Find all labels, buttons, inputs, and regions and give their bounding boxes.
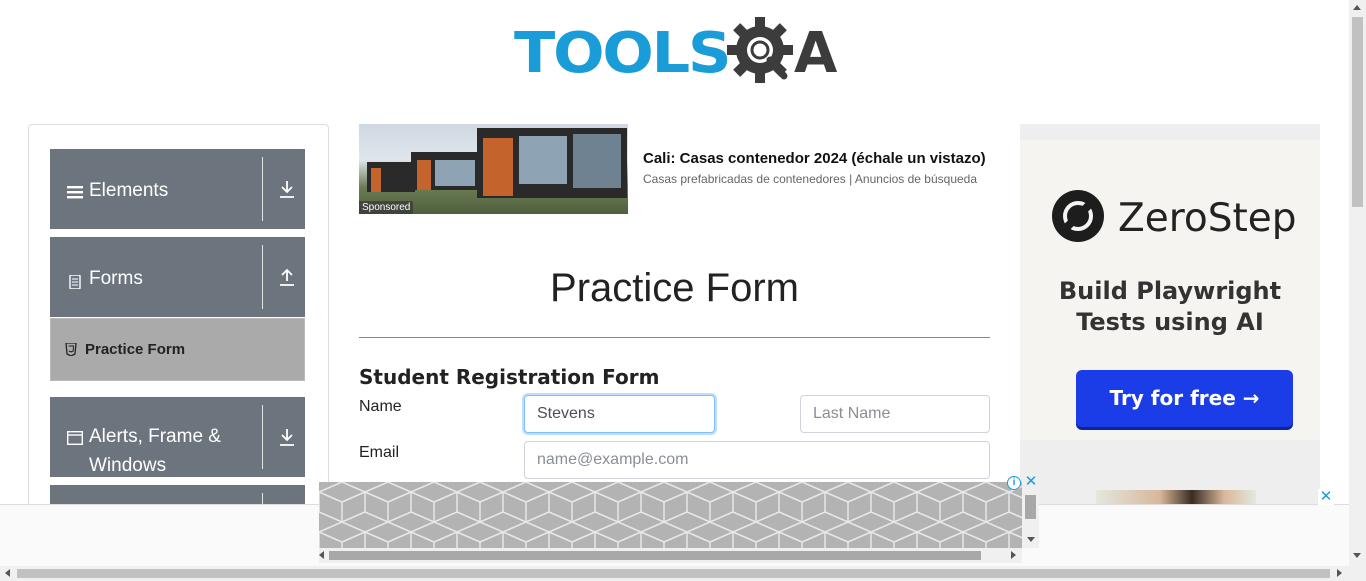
ad-image (1096, 490, 1256, 504)
bottom-ad-banner[interactable] (319, 482, 1022, 548)
scrollbar-thumb[interactable] (1025, 495, 1036, 519)
ad-info-icon[interactable]: i (1007, 476, 1021, 490)
sidebar-item-practice-form[interactable]: Practice Form (50, 318, 305, 381)
sidebar-group-label: Alerts, Frame & (89, 426, 221, 447)
scrollbar-thumb[interactable] (1352, 17, 1363, 207)
form-heading: Student Registration Form (359, 365, 660, 389)
scroll-right-icon[interactable] (1337, 569, 1342, 577)
name-label: Name (359, 398, 402, 415)
download-arrow-icon[interactable] (278, 179, 296, 199)
logo-text-a: A (794, 21, 838, 86)
ad-tagline: Build Playwright Tests using AI (1020, 276, 1320, 338)
scroll-down-icon[interactable] (1353, 553, 1361, 558)
page-title: Practice Form (550, 266, 799, 310)
cube-pattern (319, 482, 1022, 548)
download-arrow-icon[interactable] (278, 427, 296, 447)
divider (359, 337, 990, 338)
sidebar-group-label-line2: Windows (89, 455, 167, 476)
first-name-input[interactable] (524, 395, 715, 433)
scroll-right-icon[interactable] (1011, 551, 1016, 559)
html5-icon (65, 343, 77, 356)
logo-text: TOOLS (514, 21, 732, 86)
sponsored-ad-title[interactable]: Cali: Casas contenedor 2024 (échale un v… (643, 150, 986, 167)
divider (262, 157, 263, 221)
zerostep-logo-icon (1052, 190, 1104, 242)
close-icon[interactable]: ✕ (1318, 489, 1334, 505)
scrollbar-thumb[interactable] (17, 569, 1330, 578)
ad-brand: ZeroStep (1118, 196, 1297, 241)
email-label: Email (359, 444, 400, 461)
divider (262, 405, 263, 469)
page-vertical-scrollbar[interactable] (1349, 0, 1366, 566)
scroll-up-icon[interactable] (1353, 5, 1361, 10)
toolsqa-logo[interactable]: TOOLS A (514, 16, 839, 92)
sidebar: Elements Forms Practice Form Alerts, Fra… (28, 124, 329, 525)
hamburger-icon (67, 186, 83, 199)
ad-tagline-line1: Build Playwright (1058, 277, 1282, 305)
ad-vertical-scrollbar[interactable] (1022, 490, 1039, 548)
sponsored-badge: Sponsored (359, 201, 414, 214)
try-for-free-button[interactable]: Try for free → (1076, 370, 1293, 427)
sidebar-group-alerts[interactable]: Alerts, Frame & Windows (50, 397, 305, 477)
last-name-input[interactable] (800, 395, 990, 433)
zerostep-ad[interactable]: ZeroStep Build Playwright Tests using AI… (1020, 124, 1320, 504)
sponsored-ad-image[interactable]: Sponsored (359, 124, 628, 214)
email-input[interactable] (524, 441, 990, 479)
document-icon (69, 275, 81, 289)
divider (262, 245, 263, 309)
scrollbar-thumb[interactable] (329, 551, 981, 560)
close-icon[interactable]: ✕ (1024, 474, 1038, 490)
sidebar-group-label: Forms (89, 268, 143, 289)
upload-arrow-icon[interactable] (278, 267, 296, 287)
scroll-left-icon[interactable] (5, 569, 10, 577)
window-icon (67, 431, 83, 445)
scroll-down-icon[interactable] (1027, 537, 1035, 542)
scroll-left-icon[interactable] (319, 551, 324, 559)
sidebar-item-label: Practice Form (85, 341, 186, 358)
sidebar-group-elements[interactable]: Elements (50, 149, 305, 229)
sponsored-ad-subtitle[interactable]: Casas prefabricadas de contenedores | An… (643, 172, 977, 186)
sidebar-group-label: Elements (89, 180, 169, 201)
sidebar-group-forms[interactable]: Forms (50, 237, 305, 317)
ad-tagline-line2: Tests using AI (1076, 308, 1264, 336)
ad-horizontal-scrollbar[interactable] (319, 548, 1022, 563)
ad-panel: ZeroStep Build Playwright Tests using AI… (1020, 140, 1320, 440)
page-horizontal-scrollbar[interactable] (0, 566, 1366, 581)
